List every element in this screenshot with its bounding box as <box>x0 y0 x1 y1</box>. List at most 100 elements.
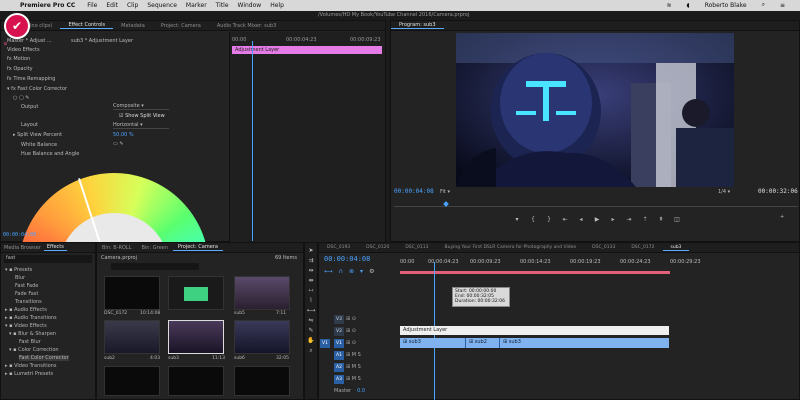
timeline-clip[interactable]: ⊞ sub2 <box>466 338 500 348</box>
effects-item[interactable]: ▾ ▪ Color Correction <box>9 347 59 353</box>
razor-tool-icon[interactable]: ⌇ <box>310 297 313 304</box>
menu-list-icon[interactable]: ≡ <box>780 2 785 9</box>
tab-sequence[interactable]: DSC_0120 <box>358 245 397 250</box>
effects-item[interactable]: ▾ ▪ Blur & Sharpen <box>9 331 56 337</box>
go-to-out-icon[interactable]: ⇥ <box>624 214 634 224</box>
rolling-edit-icon[interactable]: ⇼ <box>308 277 313 284</box>
project-search-input[interactable] <box>111 263 199 270</box>
pen-tool-icon[interactable]: ✎ <box>308 327 313 334</box>
time-remap-effect[interactable]: fx Time Remapping <box>7 76 55 82</box>
tab-effects[interactable]: Effects <box>43 244 67 251</box>
fast-color-effect[interactable]: ▾ fx Fast Color Corrector <box>7 86 67 92</box>
mute-solo-icon[interactable]: ⊞ M S <box>346 364 361 370</box>
nest-icon[interactable]: ⟷ <box>324 268 333 275</box>
clip-thumbnail[interactable] <box>234 366 290 396</box>
track-label[interactable]: A1 <box>334 350 344 360</box>
timeline-timecode[interactable]: 00:00:04:08 <box>324 255 370 263</box>
effects-item[interactable]: Fast Blur <box>19 339 41 345</box>
lift-icon[interactable]: ⇡ <box>640 214 650 224</box>
clip-thumbnail[interactable] <box>104 320 160 354</box>
mute-solo-icon[interactable]: ⊞ M S <box>346 376 361 382</box>
tab-audio-mixer[interactable]: Audio Track Mixer: sub3 <box>209 23 284 29</box>
track-label[interactable]: V3 <box>334 314 344 324</box>
effects-item[interactable]: ▸ ▪ Audio Effects <box>5 307 47 313</box>
program-playhead[interactable] <box>443 201 449 207</box>
tab-bin-broll[interactable]: Bin: B-ROLL <box>97 245 136 251</box>
tab-project[interactable]: Project: Camera <box>153 23 209 29</box>
tab-bin-green[interactable]: Bin: Green <box>136 245 172 251</box>
tab-sequence[interactable]: DSC_0133 <box>584 245 623 250</box>
add-button-icon[interactable]: + <box>780 214 784 220</box>
white-balance-swatch[interactable]: ▭ ✎ <box>113 141 124 147</box>
tab-sequence-active[interactable]: sub3 <box>662 245 690 251</box>
clip-thumbnail[interactable] <box>104 276 160 310</box>
ec-adjustment-clip[interactable]: Adjustment Layer <box>232 46 382 54</box>
timeline-ruler[interactable]: 00:00 00:00:04:23 00:00:09:23 00:00:14:2… <box>398 258 798 276</box>
mute-solo-icon[interactable]: ⊞ M S <box>346 352 361 358</box>
snap-icon[interactable]: ∩ <box>339 268 343 275</box>
lock-icon[interactable]: ⊞ ⊙ <box>346 316 356 322</box>
tab-project-camera[interactable]: Project: Camera <box>172 244 223 251</box>
tab-media-browser[interactable]: Media Browser <box>1 245 44 251</box>
ec-playhead[interactable] <box>252 41 253 241</box>
add-marker-icon[interactable]: ▾ <box>360 268 363 275</box>
selection-tool-icon[interactable]: ➤ <box>308 247 313 254</box>
timeline-clip[interactable]: ⊞ sub3 <box>500 338 669 348</box>
effects-search-input[interactable]: fast <box>4 255 92 263</box>
menu-sequence[interactable]: Sequence <box>147 2 177 9</box>
motion-effect[interactable]: fx Motion <box>7 56 30 62</box>
tab-sequence[interactable]: DSC_0172 <box>623 245 662 250</box>
effects-item[interactable]: Fade Fast <box>15 291 38 297</box>
user-name[interactable]: Roberto Blake <box>705 2 747 9</box>
clip-thumbnail-audio[interactable] <box>168 276 224 310</box>
wifi-icon[interactable]: ≋ <box>667 2 672 9</box>
lock-icon[interactable]: ⊞ ⊙ <box>346 340 356 346</box>
clip-thumbnail[interactable] <box>168 320 224 354</box>
rate-stretch-icon[interactable]: ⇿ <box>308 287 313 294</box>
zoom-tool-icon[interactable]: ⌕ <box>309 347 312 355</box>
split-view-value[interactable]: 50.00 % <box>113 132 134 138</box>
menu-window[interactable]: Window <box>238 2 262 9</box>
menu-file[interactable]: File <box>87 2 97 9</box>
menu-marker[interactable]: Marker <box>186 2 207 9</box>
menu-edit[interactable]: Edit <box>106 2 118 9</box>
step-forward-icon[interactable]: ▸ <box>608 214 618 224</box>
mark-out-icon[interactable]: } <box>544 214 554 224</box>
search-icon[interactable]: ⌕ <box>762 1 765 9</box>
tab-sequence[interactable]: DSC_0113 <box>397 245 436 250</box>
program-video-frame[interactable] <box>456 33 734 187</box>
lock-icon[interactable]: ⊞ ⊙ <box>346 328 356 334</box>
menu-clip[interactable]: Clip <box>127 2 138 9</box>
track-label[interactable]: V1 <box>334 338 344 348</box>
effects-item[interactable]: Fast Fade <box>15 283 38 289</box>
settings-icon[interactable]: ⚙ <box>369 268 374 275</box>
mark-in-icon[interactable]: { <box>528 214 538 224</box>
tab-program[interactable]: Program: sub3 <box>391 22 444 29</box>
work-area-bar[interactable] <box>400 271 670 274</box>
hand-tool-icon[interactable]: ✋ <box>307 337 314 344</box>
track-label[interactable]: A2 <box>334 362 344 372</box>
adjustment-layer-clip[interactable]: Adjustment Layer <box>400 326 669 335</box>
opacity-effect[interactable]: fx Opacity <box>7 66 33 72</box>
effects-item[interactable]: ▸ ▪ Video Transitions <box>5 363 56 369</box>
track-label[interactable]: Master <box>334 388 351 394</box>
menu-title[interactable]: Title <box>216 2 229 9</box>
effects-item[interactable]: ▾ ▪ Video Effects <box>5 323 47 329</box>
clip-thumbnail[interactable] <box>234 276 290 310</box>
tab-sequence[interactable]: DSC_0193 <box>319 245 358 250</box>
ec-timecode[interactable]: 00:00:04:08 <box>3 232 36 238</box>
fit-select[interactable]: Fit ▾ <box>440 189 450 195</box>
mask-tools[interactable]: ○ ▢ ✎ <box>13 95 29 101</box>
step-back-icon[interactable]: ◂ <box>576 214 586 224</box>
effects-item-selected[interactable]: Fast Color Corrector <box>19 355 69 361</box>
color-wheel[interactable] <box>19 173 209 253</box>
program-scrubber[interactable] <box>394 199 798 207</box>
sequence-label[interactable]: sub3 * Adjustment Layer <box>71 38 133 44</box>
linked-icon[interactable]: ⊗ <box>349 268 354 275</box>
tab-effect-controls[interactable]: Effect Controls <box>60 22 114 29</box>
slide-tool-icon[interactable]: ⇋ <box>308 317 313 324</box>
clip-thumbnail[interactable] <box>234 320 290 354</box>
effects-item[interactable]: ▾ ▪ Presets <box>5 267 32 273</box>
app-menu[interactable]: Premiere Pro CC <box>20 2 75 9</box>
ripple-edit-icon[interactable]: ⇹ <box>308 267 313 274</box>
